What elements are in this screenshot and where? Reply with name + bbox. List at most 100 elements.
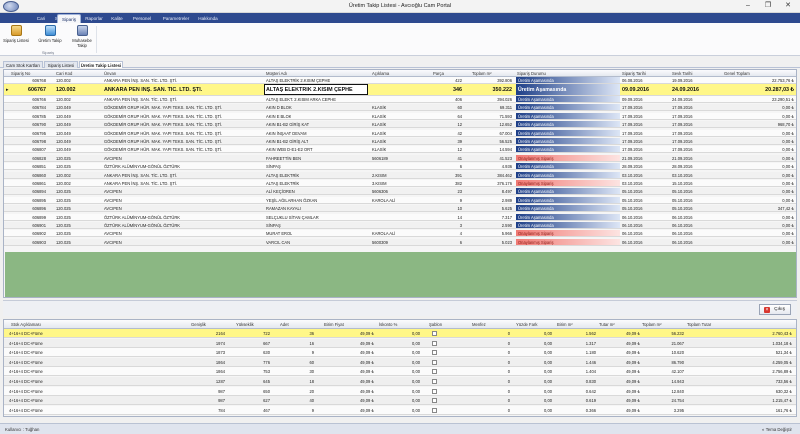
menu-tab-kalite[interactable]: Kalite xyxy=(108,14,126,23)
status-badge: Onaylanmış Sipariş xyxy=(516,230,620,237)
order-row[interactable]: 606895 120.025 AVCIPEN YEŞİL AĞILARHAN ÖZKA… xyxy=(4,196,796,204)
restore-icon[interactable]: ❐ xyxy=(761,1,775,11)
order-cell: 382 xyxy=(455,181,462,186)
menu-tab-hakkinda[interactable]: Hakkında xyxy=(196,14,220,23)
col-yukseklik[interactable]: Yükseklik xyxy=(236,322,254,327)
menu-tab-siparis[interactable]: Sipariş xyxy=(57,14,81,23)
order-cell: 05.10.2016 xyxy=(672,197,693,203)
col-siparis-tarihi[interactable]: Sipariş Tarihi xyxy=(622,71,646,76)
order-row[interactable]: 606903 120.025 AVCIPEN VARCIL CAN 5600309 6 5.… xyxy=(4,238,796,246)
detail-row[interactable]: 4+16+4 DC+Füme 1864 776 60 49,09 ₺ 0,00 0 0,00 1… xyxy=(4,357,796,367)
order-row[interactable]: 606795 120.049 GÖKDEMİR GRUP HÜR. MAK. YAP… xyxy=(4,129,796,137)
order-row[interactable]: 606896 120.025 AVCIPEN RAMAZAN KAYALI 10 5.62… xyxy=(4,205,796,213)
close-icon[interactable]: ✕ xyxy=(781,1,795,11)
order-row[interactable]: 606785 120.049 GÖKDEMİR GRUP HÜR. MAK. YAP… xyxy=(4,112,796,120)
col-tutar-m2[interactable]: Tutar m² xyxy=(599,322,615,327)
detail-cell: 49,09 ₺ xyxy=(626,331,640,336)
col-toplam-tutar[interactable]: Toplam Tutar xyxy=(687,322,711,327)
detail-cell: 0.366 xyxy=(585,407,596,413)
sablon-checkbox[interactable] xyxy=(432,388,437,394)
order-cell: 12 xyxy=(457,147,462,153)
order-cell: 69.311 xyxy=(499,105,512,111)
menu-tab-parametreler[interactable]: Parametreler xyxy=(160,14,192,23)
sablon-checkbox[interactable] xyxy=(432,398,437,404)
order-cell: 606807 xyxy=(32,147,46,153)
col-toplam-m2[interactable]: Toplam m² xyxy=(642,322,662,327)
order-row[interactable]: 606790 120.049 GÖKDEMİR GRUP HÜR. MAK. YAP… xyxy=(4,121,796,129)
detail-cell: 2.756,89 ₺ xyxy=(772,369,792,375)
sablon-checkbox[interactable] xyxy=(432,369,437,375)
order-row[interactable]: 606828 120.025 AVCIPEN FAHREETTİN BEN 560618… xyxy=(4,154,796,162)
detail-row[interactable]: 4+16+4 DC+Füme 987 627 40 49,09 ₺ 0,00 0 0,00 0.… xyxy=(4,396,796,406)
col-iskonto[interactable]: İskonto % xyxy=(379,322,397,327)
detail-cell: 0.642 xyxy=(585,388,596,394)
tab-siparis-listesi[interactable]: Sipariş Listesi xyxy=(44,61,78,68)
details-grid-header: Stok Açıklaması Genişlik Yükseklik Adet … xyxy=(4,320,796,329)
order-row[interactable]: 606807 120.049 GÖKDEMİR GRUP HÜR. MAK. YAP… xyxy=(4,146,796,154)
tab-cam-stok-kartlari[interactable]: Cam Stok Kartları xyxy=(3,61,43,68)
order-row[interactable]: 606784 120.049 GÖKDEMİR GRUP HÜR. MAK. YAP… xyxy=(4,104,796,112)
muhasebe-takip-button[interactable]: Muhasebe Takip xyxy=(70,25,94,49)
col-stok-aciklamasi[interactable]: Stok Açıklaması xyxy=(11,322,41,327)
status-badge: Üretim Aşamasında xyxy=(516,146,620,153)
order-row[interactable]: 606851 120.025 ÖZTÜRK ALÜMİNYUM-GÖNÜL ÖZTÜ… xyxy=(4,163,796,171)
col-sablon[interactable]: Şablon xyxy=(429,322,442,327)
detail-row[interactable]: 4+16+4 DC+Füme 1864 753 30 49,09 ₺ 0,00 0 0,00 1… xyxy=(4,367,796,377)
order-row[interactable]: 606860 120.002 ANKARA PEN İNŞ. SAN. TİC. L… xyxy=(4,171,796,179)
col-sevk-tarihi[interactable]: Sevk Tarihi xyxy=(672,71,692,76)
sablon-checkbox[interactable] xyxy=(432,340,437,346)
order-cell: KAROLA ALİ xyxy=(372,231,396,237)
detail-cell: 0,00 xyxy=(412,407,420,413)
detail-row[interactable]: 4+16+4 DC+Füme 2164 722 36 49,09 ₺ 0,00 0 0,00 1… xyxy=(4,329,796,338)
col-parca[interactable]: Parça xyxy=(433,71,444,76)
col-menfez[interactable]: Menfez xyxy=(472,322,486,327)
col-toplam-m2[interactable]: Toplam m² xyxy=(472,71,492,76)
col-cari-kod[interactable]: Cari Kod xyxy=(56,71,72,76)
siparis-listesi-button[interactable]: Sipariş Listesi xyxy=(3,25,29,49)
order-row[interactable]: 606766 120.002 ANKARA PEN İNŞ. SAN. TİC. L… xyxy=(4,96,796,103)
uretim-takip-button[interactable]: Üretim Takip xyxy=(37,25,63,49)
detail-row[interactable]: 4+16+4 DC+Füme 1287 645 18 49,09 ₺ 0,00 0 0,00 0… xyxy=(4,377,796,386)
detail-cell: 1864 xyxy=(215,369,225,375)
detail-row[interactable]: 4+16+4 DC+Füme 784 467 9 49,09 ₺ 0,00 0 0,00 0.3… xyxy=(4,405,796,415)
order-row[interactable]: 606902 120.025 AVCIPEN MURAT EROL KAROLA ALİ… xyxy=(4,230,796,238)
sablon-checkbox[interactable] xyxy=(432,350,437,356)
col-aciklama[interactable]: Açıklama xyxy=(372,71,389,76)
order-row[interactable]: 606798 120.049 GÖKDEMİR GRUP HÜR. MAK. YAP… xyxy=(4,138,796,145)
detail-cell: 4+16+4 DC+Füme xyxy=(9,379,43,384)
sablon-checkbox[interactable] xyxy=(432,407,437,413)
col-unvan[interactable]: Ünvan xyxy=(104,71,116,76)
detail-cell: 86.790 xyxy=(671,359,684,365)
menu-tab-raporlar[interactable]: Raporlar xyxy=(82,14,106,23)
col-birim-m2[interactable]: Birim m² xyxy=(557,322,573,327)
col-genislik[interactable]: Genişlik xyxy=(191,322,206,327)
col-birim-fiyat[interactable]: Birim Fiyat xyxy=(324,322,344,327)
col-adet[interactable]: Adet xyxy=(280,322,289,327)
detail-row[interactable]: 4+16+4 DC+Füme 987 650 20 49,09 ₺ 0,00 0 0,00 0.… xyxy=(4,386,796,396)
theme-change-button[interactable]: ◐ Tema Değiştir xyxy=(762,427,792,432)
col-genel-toplam[interactable]: Genel Toplam xyxy=(724,71,750,76)
order-row[interactable]: 606894 120.025 AVCIPEN ALİ KEÇİOREN 5606306 2… xyxy=(4,188,796,196)
order-row[interactable]: 606861 120.002 ANKARA PEN İNŞ. SAN. TİC. L… xyxy=(4,180,796,187)
sablon-checkbox[interactable] xyxy=(432,359,437,365)
order-row[interactable]: 606899 120.025 ÖZTÜRK ALÜMİNYUM-GÖNÜL ÖZTÜ… xyxy=(4,213,796,221)
order-row-selected[interactable]: ▸ 606767 120.002 ANKARA PEN İNŞ. SAN. Tİ… xyxy=(4,84,796,96)
order-row[interactable]: 606901 120.025 ÖZTÜRK ALÜMİNYUM-GÖNÜL ÖZTÜ… xyxy=(4,222,796,229)
menu-tab-cari[interactable]: Cari xyxy=(33,14,49,23)
order-cell: 17.09.2016 xyxy=(622,147,643,153)
detail-row[interactable]: 4+16+4 DC+Füme 1974 667 16 49,09 ₺ 0,00 0 0,00 1… xyxy=(4,338,796,348)
orders-grid[interactable]: Sipariş No Cari Kod Ünvan Müşteri Adı Aç… xyxy=(3,69,797,298)
menu-tab-personel[interactable]: Personel xyxy=(130,14,154,23)
order-row[interactable]: 606768 120.002 ANKARA PEN İNŞ. SAN. TİC.… xyxy=(4,77,796,84)
details-grid[interactable]: Stok Açıklaması Genişlik Yükseklik Adet … xyxy=(3,319,797,417)
detail-row[interactable]: 4+16+4 DC+Füme 1873 630 9 49,09 ₺ 0,00 0 0,00 1.… xyxy=(4,348,796,358)
exit-button[interactable]: × Çıkış xyxy=(759,304,791,315)
tab-uretim-takip-listesi[interactable]: Üretim Takip Listesi xyxy=(79,61,123,68)
col-siparis-durumu[interactable]: Sipariş Durumu xyxy=(517,71,546,76)
col-siparis-no[interactable]: Sipariş No xyxy=(11,71,30,76)
sablon-checkbox[interactable] xyxy=(432,379,437,384)
col-yuzde-fark[interactable]: Yüzde Fark xyxy=(516,322,537,327)
col-musteri-adi[interactable]: Müşteri Adı xyxy=(266,71,287,76)
minimize-icon[interactable]: – xyxy=(741,1,755,11)
sablon-checkbox[interactable] xyxy=(432,331,437,336)
